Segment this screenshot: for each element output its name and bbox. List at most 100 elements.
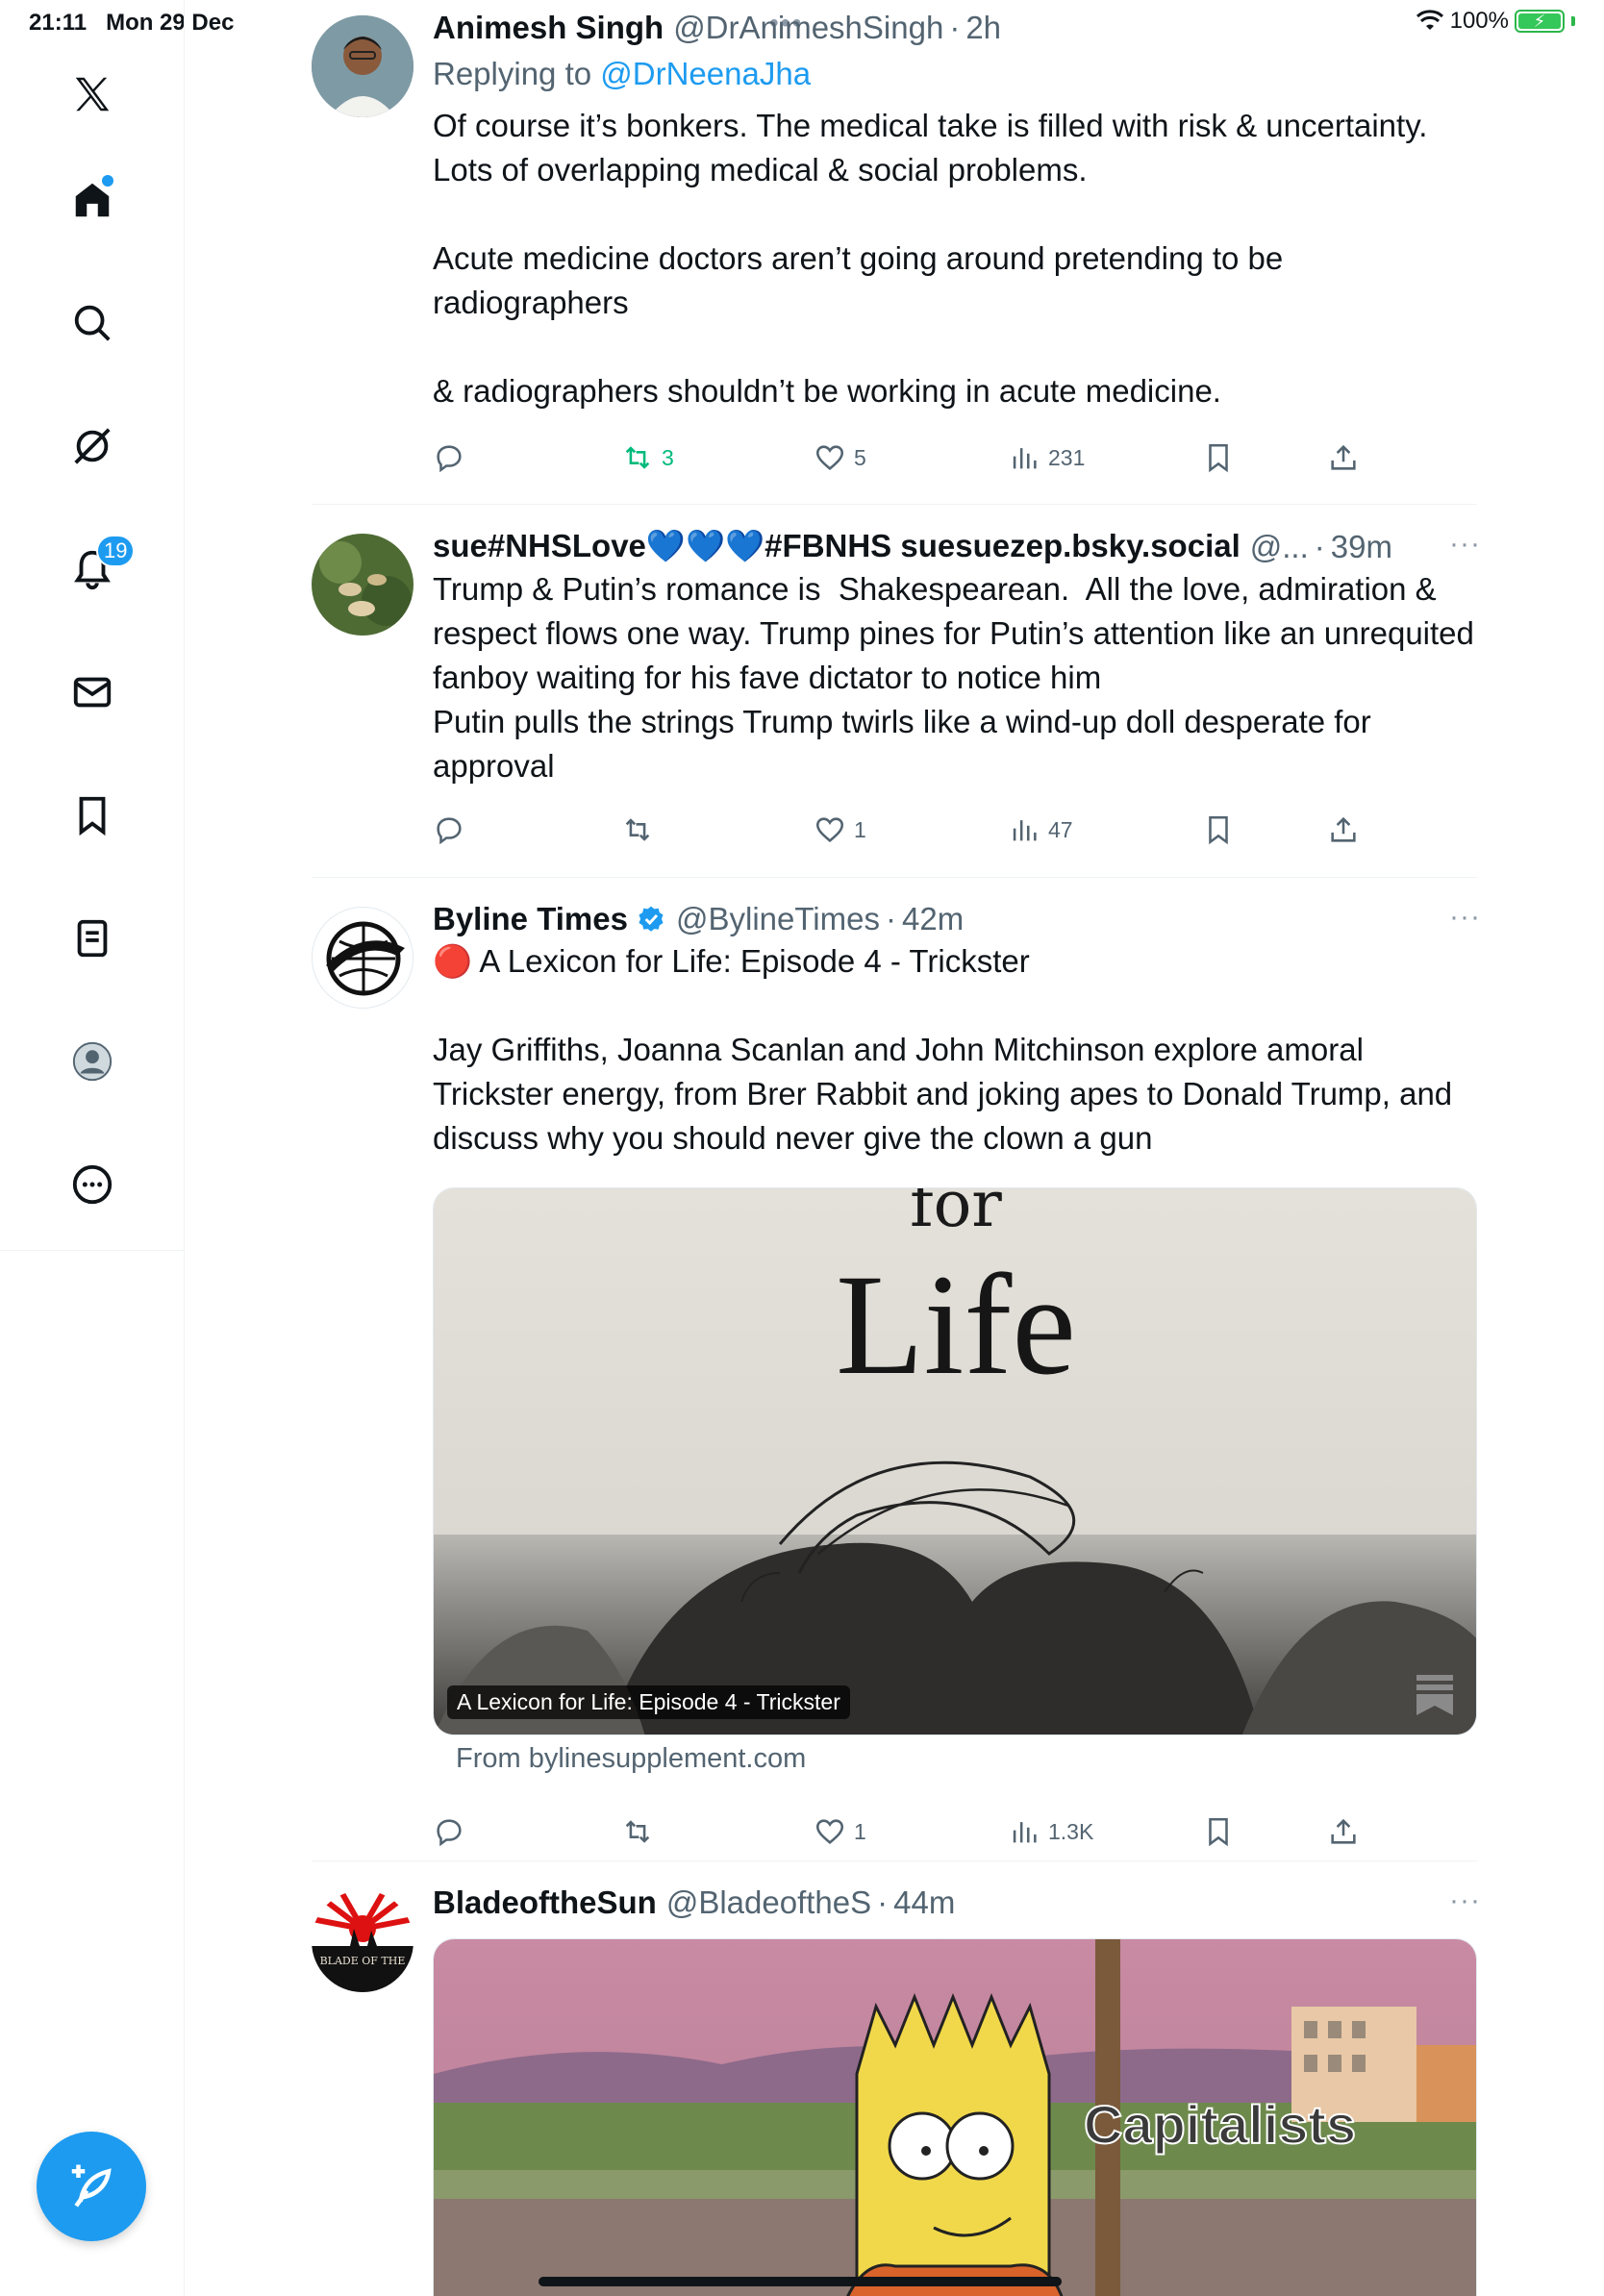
grok-icon[interactable] (54, 408, 131, 485)
bookmark-button[interactable] (1202, 441, 1235, 474)
retweet-button[interactable]: 3 (621, 441, 674, 474)
views-count: 47 (1048, 816, 1073, 842)
bookmark-button[interactable] (1202, 813, 1235, 846)
lists-icon[interactable] (54, 900, 131, 977)
tweet-time[interactable]: 39m (1331, 529, 1392, 565)
author-handle[interactable]: @BylineTimes (676, 901, 880, 937)
bookmark-button[interactable] (1202, 1815, 1235, 1848)
link-card-image[interactable]: for Life A Lexicon for Life: Episode 4 -… (433, 1187, 1477, 1735)
views-button[interactable]: 231 (1008, 441, 1085, 474)
avatar[interactable]: BLADE OF THE (312, 1890, 414, 1992)
tweet-time[interactable]: 2h (965, 10, 1001, 46)
compose-post-button[interactable] (37, 2132, 146, 2241)
tweet-actions: 1 47 (433, 811, 1356, 849)
messages-icon[interactable] (54, 654, 131, 731)
more-options-button[interactable]: ··· (1449, 1884, 1481, 1917)
sidebar-divider (0, 1250, 185, 1251)
views-button[interactable]: 1.3K (1008, 1815, 1093, 1848)
tweet-actions: 1 1.3K (433, 1812, 1356, 1851)
link-source-domain[interactable]: From bylinesupplement.com (456, 1743, 806, 1775)
tweet-image[interactable]: Capitalists (433, 1938, 1477, 2296)
tweet-divider (312, 1860, 1477, 1861)
tweet-time[interactable]: 44m (893, 1884, 955, 1921)
retweet-icon (625, 446, 650, 469)
views-chart-icon (1013, 820, 1037, 841)
avatar[interactable] (312, 15, 414, 117)
heart-icon (815, 1819, 844, 1844)
reply-icon (437, 817, 462, 845)
share-icon (1331, 816, 1356, 842)
sidebar: 19 (0, 0, 185, 2296)
tweet-divider (312, 877, 1477, 878)
tweet-time[interactable]: 42m (902, 901, 964, 937)
like-button[interactable]: 1 (814, 1815, 866, 1848)
views-count: 1.3K (1048, 1818, 1094, 1844)
replying-to-link[interactable]: @DrNeenaJha (600, 56, 811, 91)
reply-button[interactable] (433, 813, 465, 846)
author-name[interactable]: Byline Times (433, 901, 628, 937)
bookmarks-icon[interactable] (54, 777, 131, 854)
reply-icon (437, 1819, 462, 1847)
home-indicator[interactable] (539, 2277, 1062, 2286)
media-text-for: for (910, 1187, 1002, 1241)
tweet-text: Of course it’s bonkers. The medical take… (433, 108, 1428, 409)
compose-feather-icon (71, 2164, 112, 2208)
author-name[interactable]: Animesh Singh (433, 10, 664, 46)
like-count: 1 (854, 816, 866, 842)
retweet-icon (625, 1820, 650, 1843)
more-options-icon[interactable] (54, 1146, 131, 1223)
share-button[interactable] (1327, 1815, 1360, 1848)
x-logo-icon[interactable] (54, 56, 131, 133)
avatar[interactable] (312, 534, 414, 636)
like-count: 5 (854, 444, 866, 470)
tweet-text: Trump & Putin’s romance is Shakespearean… (433, 571, 1474, 784)
media-text-life: Life (836, 1245, 1076, 1405)
like-button[interactable]: 5 (814, 441, 866, 474)
more-options-button[interactable]: ··· (1449, 528, 1481, 561)
share-button[interactable] (1327, 441, 1360, 474)
notifications-badge: 19 (96, 535, 136, 567)
views-chart-icon (1013, 1822, 1037, 1843)
share-button[interactable] (1327, 813, 1360, 846)
author-name[interactable]: BladeoftheSun (433, 1884, 657, 1921)
profile-avatar-icon[interactable] (54, 1023, 131, 1100)
tweet-divider (312, 504, 1477, 505)
retweet-button[interactable] (621, 813, 662, 846)
home-icon[interactable] (54, 162, 131, 238)
bookmark-icon (1209, 443, 1228, 473)
notifications-bell-icon[interactable]: 19 (54, 531, 136, 608)
replying-to: Replying to @DrNeenaJha (433, 56, 812, 91)
retweet-icon (625, 818, 650, 841)
reply-button[interactable] (433, 441, 465, 474)
bookmark-icon (1209, 1817, 1228, 1847)
author-handle[interactable]: @BladeoftheS (666, 1884, 871, 1921)
author-handle[interactable]: @DrAnimeshSingh (673, 10, 943, 46)
heart-icon (815, 445, 844, 470)
tweet-text: 🔴 A Lexicon for Life: Episode 4 - Tricks… (433, 943, 1453, 1156)
author-name[interactable]: sue#NHSLove💙💙💙#FBNHS suesuezep.bsky.soci… (433, 528, 1241, 565)
tweet-header: Byline Times @BylineTimes · 42m (433, 901, 965, 937)
tweet-header: BladeoftheSun @BladeoftheS · 44m (433, 1884, 956, 1921)
views-count: 231 (1048, 444, 1086, 470)
avatar[interactable] (312, 907, 414, 1009)
author-handle[interactable]: @... (1250, 529, 1309, 565)
tweet-actions: 3 5 231 (433, 438, 1356, 477)
link-card-title: A Lexicon for Life: Episode 4 - Trickste… (447, 1685, 850, 1719)
share-icon (1331, 444, 1356, 470)
views-chart-icon (1013, 448, 1037, 469)
retweet-button[interactable] (621, 1815, 662, 1848)
views-button[interactable]: 47 (1008, 813, 1073, 846)
tweet-header: sue#NHSLove💙💙💙#FBNHS suesuezep.bsky.soci… (433, 528, 1392, 565)
reply-button[interactable] (433, 1815, 465, 1848)
search-icon[interactable] (54, 285, 131, 362)
more-options-button[interactable]: ··· (1449, 901, 1481, 934)
like-count: 1 (854, 1818, 866, 1844)
home-unread-dot (102, 175, 113, 187)
share-icon (1331, 1818, 1356, 1844)
heart-icon (815, 817, 844, 842)
avatar-logo-text: BLADE OF THE (319, 1955, 406, 1967)
like-button[interactable]: 1 (814, 813, 866, 846)
reply-icon (437, 445, 462, 473)
retweet-count: 3 (662, 444, 674, 470)
article-icon (1416, 1675, 1453, 1715)
